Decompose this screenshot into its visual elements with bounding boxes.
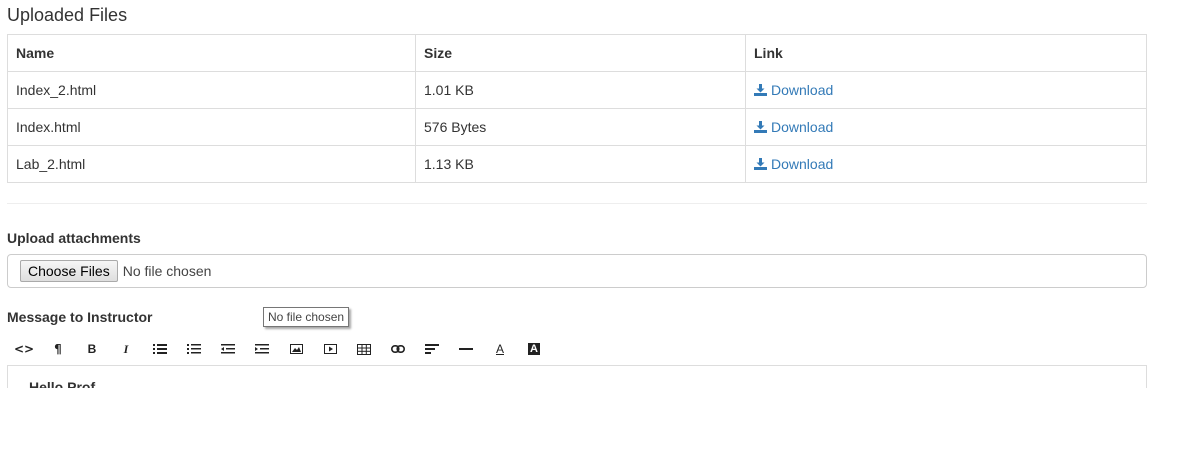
download-link[interactable]: Download: [754, 119, 833, 135]
table-row: Index_2.html 1.01 KB Download: [7, 71, 1147, 109]
horizontal-rule-icon[interactable]: [449, 334, 483, 364]
download-label: Download: [771, 118, 834, 135]
table-icon[interactable]: [347, 334, 381, 364]
file-name: Index_2.html: [7, 71, 416, 109]
font-color-icon[interactable]: A: [483, 334, 517, 364]
image-icon[interactable]: [279, 334, 313, 364]
background-color-glyph: A: [528, 343, 540, 355]
table-row: Index.html 576 Bytes Download: [7, 108, 1147, 146]
file-name: Lab_2.html: [7, 145, 416, 183]
video-icon[interactable]: [313, 334, 347, 364]
italic-icon[interactable]: I: [109, 334, 143, 364]
table-row: Lab_2.html 1.13 KB Download: [7, 145, 1147, 183]
message-editor[interactable]: Hello Prof: [7, 366, 1147, 388]
section-divider: [7, 203, 1147, 204]
background-color-icon[interactable]: A: [517, 334, 551, 364]
align-icon[interactable]: [415, 334, 449, 364]
uploaded-files-title: Uploaded Files: [7, 5, 128, 25]
file-name: Index.html: [7, 108, 416, 146]
link-icon[interactable]: [381, 334, 415, 364]
code-view-icon[interactable]: <>: [7, 334, 41, 364]
table-header-row: Name Size Link: [7, 34, 1147, 72]
ordered-list-icon[interactable]: [177, 334, 211, 364]
file-status-text: No file chosen: [122, 263, 212, 279]
download-icon: [754, 83, 767, 96]
download-label: Download: [771, 155, 834, 172]
upload-attachments-label: Upload attachments: [7, 230, 141, 246]
file-input[interactable]: Choose Files No file chosen: [7, 254, 1147, 288]
download-label: Download: [771, 81, 834, 98]
indent-icon[interactable]: [245, 334, 279, 364]
bold-icon[interactable]: B: [75, 334, 109, 364]
column-header-name: Name: [7, 34, 416, 72]
file-size: 576 Bytes: [415, 108, 746, 146]
download-icon: [754, 157, 767, 170]
editor-toolbar: <> ¶ B I A A: [7, 333, 1147, 366]
paragraph-icon[interactable]: ¶: [41, 334, 75, 364]
column-header-size: Size: [415, 34, 746, 72]
uploaded-files-table: Name Size Link Index_2.html 1.01 KB Down…: [7, 34, 1147, 183]
file-input-tooltip: No file chosen: [263, 307, 350, 327]
file-size: 1.13 KB: [415, 145, 746, 183]
unordered-list-icon[interactable]: [143, 334, 177, 364]
download-icon: [754, 120, 767, 133]
download-link[interactable]: Download: [754, 156, 833, 172]
choose-files-button[interactable]: Choose Files: [20, 260, 118, 282]
message-body-text: Hello Prof: [29, 379, 96, 388]
download-link[interactable]: Download: [754, 82, 833, 98]
message-to-instructor-label: Message to Instructor: [7, 309, 153, 325]
column-header-link: Link: [745, 34, 1147, 72]
outdent-icon[interactable]: [211, 334, 245, 364]
file-size: 1.01 KB: [415, 71, 746, 109]
